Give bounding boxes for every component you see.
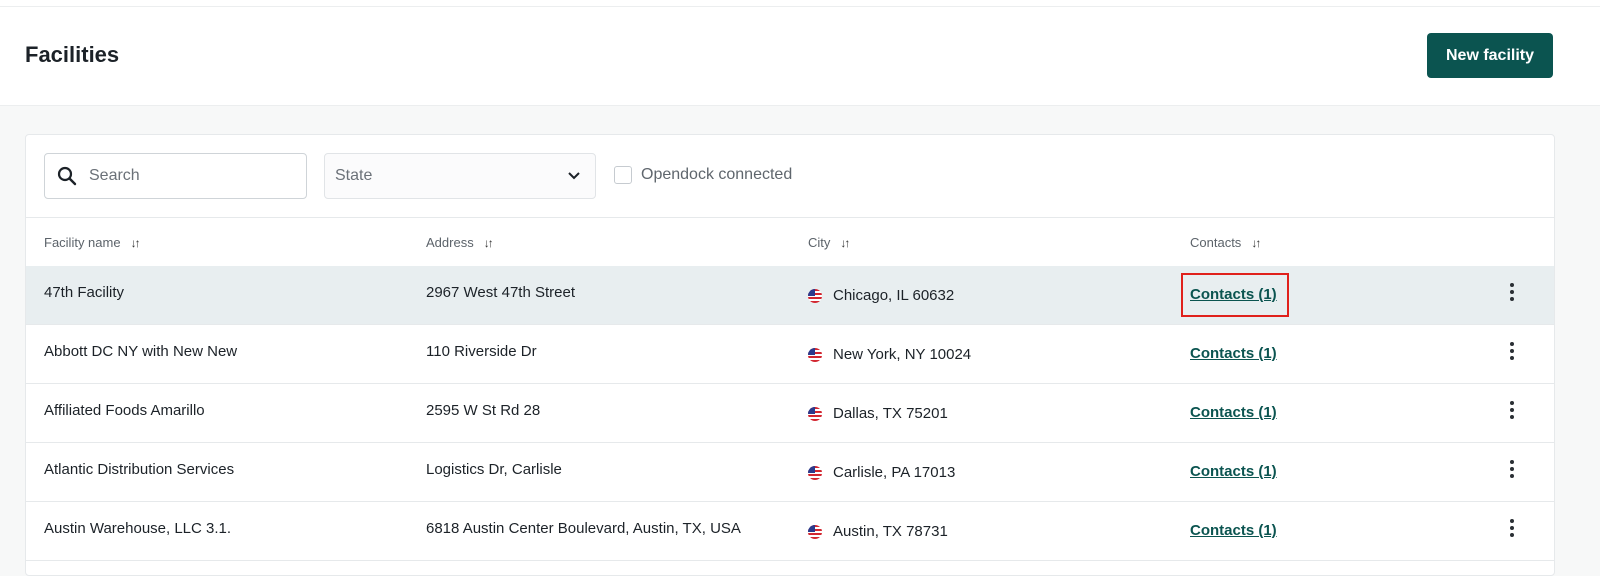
- us-flag-icon: [808, 406, 822, 421]
- state-select[interactable]: State: [324, 153, 596, 199]
- facility-address: 2595 W St Rd 28: [426, 402, 541, 419]
- city-text: Dallas, TX 75201: [833, 405, 948, 422]
- column-contacts[interactable]: Contacts ↓↑: [1190, 235, 1261, 250]
- table-header: Facility name ↓↑ Address ↓↑ City ↓↑ Cont…: [26, 217, 1554, 267]
- column-label: City: [808, 235, 831, 250]
- more-vertical-icon[interactable]: [1506, 460, 1518, 482]
- page-title: Facilities: [25, 42, 120, 67]
- facility-city: Chicago, IL 60632: [808, 287, 954, 304]
- column-label: Address: [426, 235, 474, 250]
- column-label: Facility name: [44, 235, 121, 250]
- sort-icon: ↓↑: [1251, 235, 1261, 250]
- search-input[interactable]: [87, 166, 291, 186]
- column-address[interactable]: Address ↓↑: [426, 235, 494, 250]
- contacts-link[interactable]: Contacts (1): [1190, 463, 1277, 480]
- more-vertical-icon[interactable]: [1506, 401, 1518, 423]
- facility-address: 2967 West 47th Street: [426, 284, 575, 301]
- us-flag-icon: [808, 524, 822, 539]
- new-facility-button[interactable]: New facility: [1427, 33, 1553, 78]
- contacts-link[interactable]: Contacts (1): [1190, 404, 1277, 421]
- facility-city: Dallas, TX 75201: [808, 405, 948, 422]
- contacts-link[interactable]: Contacts (1): [1190, 345, 1277, 362]
- contacts-link[interactable]: Contacts (1): [1190, 522, 1277, 539]
- search-icon: [57, 166, 77, 186]
- page-header: Facilities New facility: [0, 7, 1600, 106]
- column-facility-name[interactable]: Facility name ↓↑: [44, 235, 141, 250]
- city-text: Chicago, IL 60632: [833, 287, 955, 304]
- facility-city: Carlisle, PA 17013: [808, 464, 955, 481]
- more-vertical-icon[interactable]: [1506, 283, 1518, 305]
- table-row[interactable]: 47th Facility 2967 West 47th Street Chic…: [26, 266, 1554, 325]
- city-text: Austin, TX 78731: [833, 523, 948, 540]
- table-row[interactable]: Affiliated Foods Amarillo 2595 W St Rd 2…: [26, 384, 1554, 443]
- facility-name: Austin Warehouse, LLC 3.1.: [44, 520, 232, 537]
- facilities-panel: State Opendock connected Facility name ↓…: [25, 134, 1555, 576]
- facility-name: 47th Facility: [44, 284, 125, 301]
- top-strip: [0, 0, 1600, 7]
- column-city[interactable]: City ↓↑: [808, 235, 850, 250]
- more-vertical-icon[interactable]: [1506, 342, 1518, 364]
- table-row[interactable]: Austin Warehouse, LLC 3.1. 6818 Austin C…: [26, 502, 1554, 561]
- more-vertical-icon[interactable]: [1506, 519, 1518, 541]
- facility-name: Abbott DC NY with New New: [44, 343, 238, 360]
- opendock-checkbox[interactable]: [614, 166, 632, 184]
- opendock-filter: Opendock connected: [614, 166, 792, 184]
- table-row[interactable]: Atlantic Distribution Services Logistics…: [26, 443, 1554, 502]
- state-select-label: State: [335, 167, 373, 184]
- table-row[interactable]: Abbott DC NY with New New 110 Riverside …: [26, 325, 1554, 384]
- sort-icon: ↓↑: [483, 235, 494, 250]
- chevron-down-icon: [568, 172, 580, 180]
- facility-name: Atlantic Distribution Services: [44, 461, 235, 478]
- facility-address: 6818 Austin Center Boulevard, Austin, TX…: [426, 520, 741, 537]
- facility-name: Affiliated Foods Amarillo: [44, 402, 205, 419]
- column-label: Contacts: [1190, 235, 1242, 250]
- city-text: New York, NY 10024: [833, 346, 972, 363]
- facility-address: 110 Riverside Dr: [426, 343, 537, 360]
- contacts-link[interactable]: Contacts (1): [1190, 286, 1277, 303]
- facility-address: Logistics Dr, Carlisle: [426, 461, 562, 478]
- opendock-label: Opendock connected: [641, 166, 793, 183]
- facility-city: Austin, TX 78731: [808, 523, 948, 540]
- sort-icon: ↓↑: [840, 235, 850, 250]
- facility-city: New York, NY 10024: [808, 346, 971, 363]
- search-box[interactable]: [44, 153, 307, 199]
- us-flag-icon: [808, 465, 822, 480]
- city-text: Carlisle, PA 17013: [833, 464, 956, 481]
- us-flag-icon: [808, 347, 822, 362]
- us-flag-icon: [808, 288, 822, 303]
- sort-icon: ↓↑: [130, 235, 141, 250]
